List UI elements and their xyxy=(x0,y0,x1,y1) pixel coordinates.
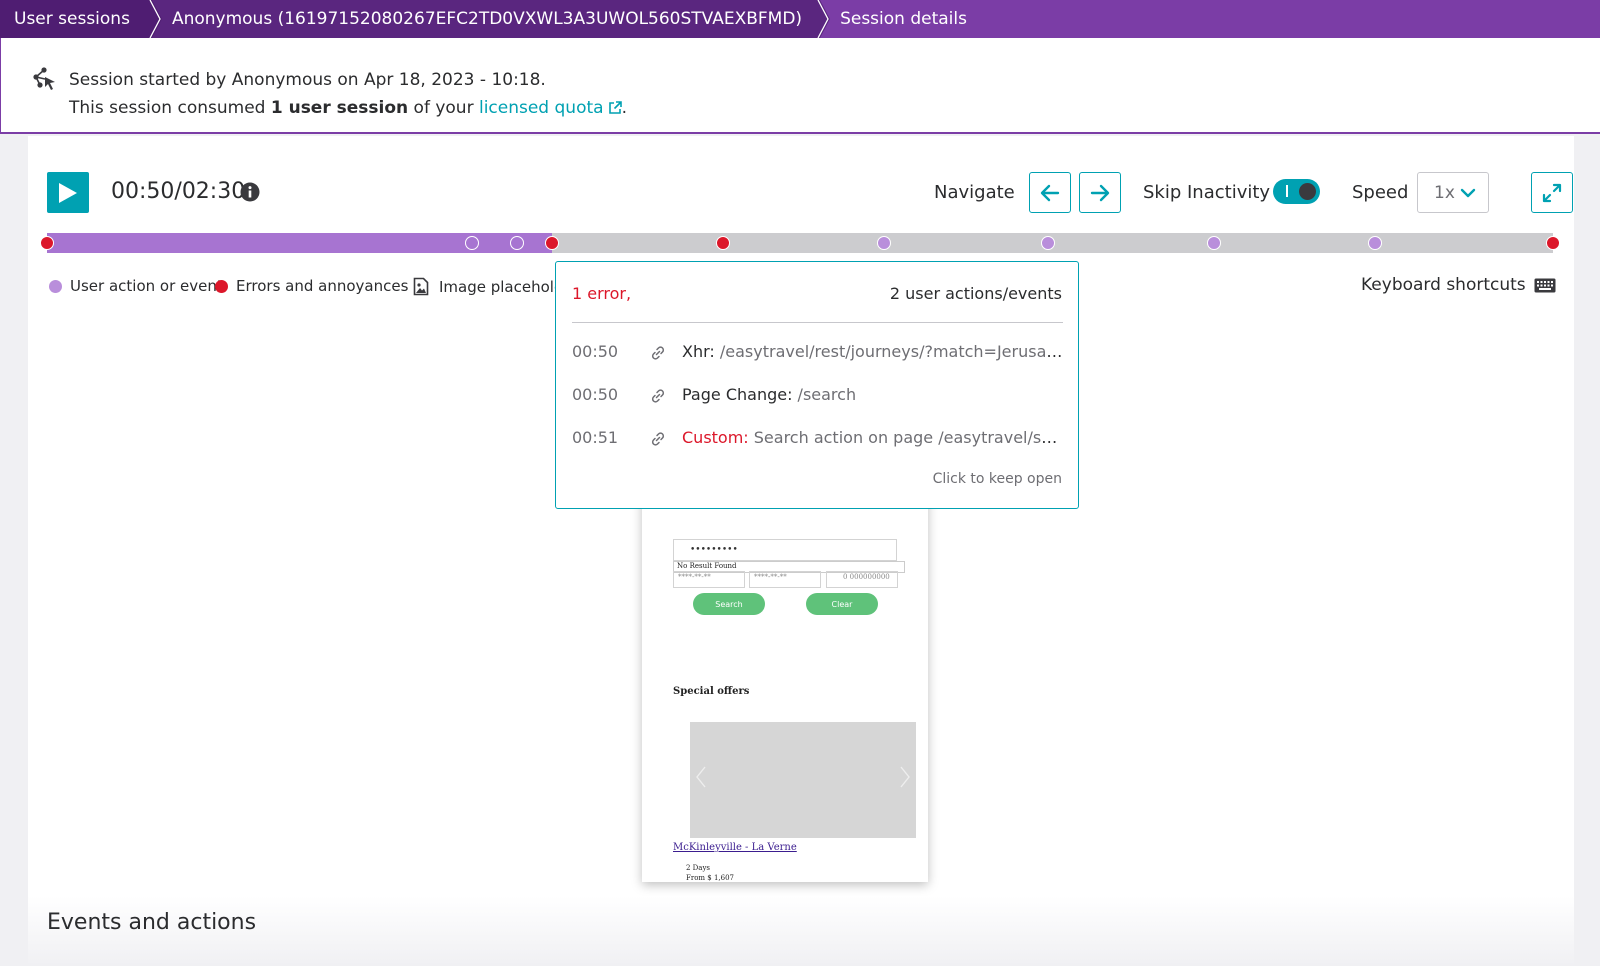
legend-error-label: Errors and annoyances xyxy=(236,277,409,295)
timeline-event-tooltip[interactable]: 1 error, 2 user actions/events 00:50 Xhr… xyxy=(555,261,1079,509)
replay-offer-link: McKinleyville - La Verne xyxy=(673,842,797,853)
playback-time: 00:50/02:30 xyxy=(111,179,246,204)
breadcrumb-label: Anonymous (16197152080267EFC2TD0VXWL3A3U… xyxy=(171,9,803,29)
event-name: Search action on page /easytravel/search xyxy=(748,428,1063,447)
tooltip-event-row[interactable]: 00:50 Page Change: /search xyxy=(572,383,1063,407)
event-time: 00:50 xyxy=(572,342,619,361)
timeline-marker-action[interactable] xyxy=(877,236,892,250)
event-type: Page Change: xyxy=(682,385,793,404)
event-name: /easytravel/rest/journeys/?match=Jerusal… xyxy=(714,342,1063,361)
timeline-marker-action[interactable] xyxy=(464,236,479,250)
breadcrumb-label: Session details xyxy=(840,9,967,29)
consumed-suffix: . xyxy=(621,98,627,118)
breadcrumb-separator-icon xyxy=(810,0,831,38)
breadcrumb-item-user-sessions[interactable]: User sessions xyxy=(0,0,162,38)
event-name: /search xyxy=(792,385,857,404)
image-placeholder-icon xyxy=(413,277,429,296)
tooltip-event-row[interactable]: 00:51 Custom: Search action on page /eas… xyxy=(572,426,1063,450)
consumed-prefix: This session consumed xyxy=(69,98,271,118)
session-replay-panel: 00:50/02:30 Navigate Skip Inactivity Spe… xyxy=(28,136,1574,966)
carousel-prev-icon xyxy=(696,766,706,788)
breadcrumb-label: User sessions xyxy=(14,9,130,29)
speed-value: 1x xyxy=(1434,182,1455,203)
link-icon xyxy=(651,432,665,446)
session-consumed-text: This session consumed 1 user session of … xyxy=(69,98,627,120)
skip-inactivity-label: Skip Inactivity xyxy=(1143,182,1271,203)
timeline-marker-action[interactable] xyxy=(509,236,524,250)
keyboard-shortcuts-label: Keyboard shortcuts xyxy=(1361,275,1526,295)
event-time: 00:51 xyxy=(572,428,619,447)
timeline-marker-error[interactable] xyxy=(1546,236,1560,250)
play-button[interactable] xyxy=(47,172,89,213)
tooltip-keep-open-hint: Click to keep open xyxy=(932,471,1062,487)
legend-action-label: User action or event xyxy=(70,277,223,295)
skip-inactivity-toggle[interactable] xyxy=(1273,179,1320,204)
expand-icon xyxy=(1542,183,1562,202)
consumed-count: 1 user session xyxy=(270,98,409,118)
breadcrumb-separator-icon xyxy=(141,0,162,38)
replay-clear-button: Clear xyxy=(806,593,878,615)
tooltip-divider xyxy=(572,322,1063,323)
event-type: Custom: xyxy=(682,428,749,447)
timeline-marker-action[interactable] xyxy=(1041,236,1056,250)
speed-select[interactable]: 1x xyxy=(1417,172,1489,213)
arrow-right-icon xyxy=(1090,184,1110,201)
legend-error-dot xyxy=(215,279,228,293)
external-link-icon xyxy=(608,100,622,120)
breadcrumb-item-anonymous-user[interactable]: Anonymous (16197152080267EFC2TD0VXWL3A3U… xyxy=(151,0,831,38)
licensed-quota-link[interactable]: licensed quota xyxy=(479,98,622,118)
replay-date-from: ****-**-** xyxy=(673,571,745,588)
consumed-middle: of your xyxy=(408,98,479,118)
playback-timeline[interactable] xyxy=(40,233,1560,253)
tooltip-actions-summary: 2 user actions/events xyxy=(889,284,1062,303)
event-time: 00:50 xyxy=(572,385,619,404)
timeline-marker-error[interactable] xyxy=(544,236,559,250)
previous-event-button[interactable] xyxy=(1029,172,1071,213)
timeline-marker-error[interactable] xyxy=(40,236,54,250)
legend-errors: Errors and annoyances xyxy=(215,277,408,295)
replay-offer-price: From $ 1,607 xyxy=(686,874,734,882)
next-event-button[interactable] xyxy=(1079,172,1121,213)
timeline-marker-action[interactable] xyxy=(1207,236,1222,250)
session-info: Session started by Anonymous on Apr 18, … xyxy=(0,38,1600,134)
keyboard-icon xyxy=(1534,278,1556,292)
navigate-label: Navigate xyxy=(934,182,1015,203)
licensed-quota-label: licensed quota xyxy=(478,98,604,118)
event-type: Xhr: xyxy=(682,342,715,361)
fullscreen-button[interactable] xyxy=(1531,172,1573,213)
timeline-marker-error[interactable] xyxy=(716,236,731,250)
chevron-down-icon xyxy=(1460,188,1476,198)
speed-label: Speed xyxy=(1352,182,1409,203)
session-replay-viewport[interactable]: ••••••••• No Result Found ****-**-** ***… xyxy=(642,496,928,882)
breadcrumb-item-session-details: Session details xyxy=(820,0,985,38)
link-icon xyxy=(651,346,665,360)
events-and-actions-heading: Events and actions xyxy=(47,910,257,935)
replay-offer-image xyxy=(690,722,916,838)
replay-search-input: ••••••••• xyxy=(673,539,897,561)
breadcrumb: User sessions Anonymous (16197152080267E… xyxy=(0,0,1600,38)
link-icon xyxy=(651,389,665,403)
replay-search-button: Search xyxy=(693,593,765,615)
tooltip-event-row[interactable]: 00:50 Xhr: /easytravel/rest/journeys/?ma… xyxy=(572,340,1063,364)
replay-offer-days: 2 Days xyxy=(686,864,711,872)
timeline-marker-action[interactable] xyxy=(1368,236,1383,250)
play-icon xyxy=(59,182,77,203)
arrow-left-icon xyxy=(1040,184,1060,201)
replay-travellers-field: 0 000000000 xyxy=(826,571,898,588)
events-section-background xyxy=(28,896,1574,966)
toggle-on-indicator xyxy=(1286,185,1288,197)
session-started-text: Session started by Anonymous on Apr 18, … xyxy=(69,70,546,90)
tooltip-error-summary: 1 error, xyxy=(572,284,632,303)
info-icon[interactable] xyxy=(240,182,260,202)
legend-action-dot xyxy=(49,279,62,293)
replay-special-offers-heading: Special offers xyxy=(673,686,750,697)
keyboard-shortcuts-button[interactable]: Keyboard shortcuts xyxy=(1361,275,1556,295)
legend-image-placeholder: Image placeholder xyxy=(413,277,579,296)
session-user-icon xyxy=(31,66,57,92)
carousel-next-icon xyxy=(900,766,910,788)
toggle-knob xyxy=(1299,183,1316,200)
replay-date-to: ****-**-** xyxy=(749,571,821,588)
legend-user-action: User action or event xyxy=(49,277,223,295)
